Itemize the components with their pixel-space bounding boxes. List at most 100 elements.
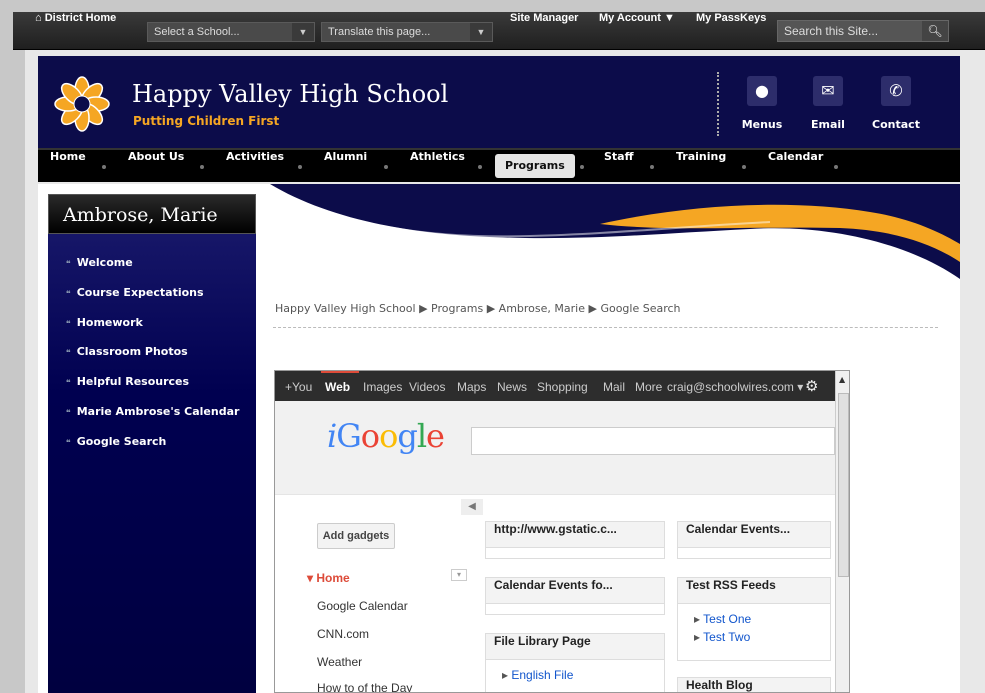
content-area: Ambrose, Marie ❝ Welcome ❝ Course Expectat… xyxy=(38,184,960,693)
gadget-title[interactable]: Calendar Events fo... xyxy=(486,578,664,604)
google-bar: +You Web Images Videos Maps News Shoppin… xyxy=(275,371,835,401)
nav-training[interactable]: Training xyxy=(676,150,726,182)
nav-calendar[interactable]: Calendar xyxy=(768,150,823,182)
gbar-maps[interactable]: Maps xyxy=(457,380,486,394)
bullet-icon: ❝ xyxy=(66,378,71,387)
triangle-right-icon: ▶ xyxy=(419,302,428,315)
gadget: Test RSS Feeds ▸ Test One ▸ Test Two xyxy=(677,577,831,661)
gadget-title[interactable]: Health Blog xyxy=(678,678,830,692)
home-dropdown-icon[interactable]: ▾ xyxy=(451,569,467,581)
nav-staff[interactable]: Staff xyxy=(604,150,634,182)
my-account-menu[interactable]: My Account ▼ xyxy=(599,12,675,50)
bullet-icon: ❝ xyxy=(66,259,71,268)
sidebar-item-classroom-photos[interactable]: ❝ Classroom Photos xyxy=(66,345,188,358)
nav-separator xyxy=(478,165,482,169)
scrollbar[interactable]: ▲ xyxy=(835,371,849,692)
bullet-icon: ❝ xyxy=(66,408,71,417)
gadget: Calendar Events fo... xyxy=(485,577,665,615)
district-home-label: District Home xyxy=(44,12,117,24)
translate-select[interactable]: Translate this page... ▼ xyxy=(321,22,493,42)
gear-icon[interactable]: ⚙ xyxy=(805,377,818,395)
gbar-mail[interactable]: Mail xyxy=(603,380,625,394)
gadget-link[interactable]: ▸ English File xyxy=(486,668,664,682)
nav-about-us[interactable]: About Us xyxy=(128,150,184,182)
translate-select-value: Translate this page... xyxy=(328,26,431,38)
nav-separator xyxy=(298,165,302,169)
sidebar-item-label: Helpful Resources xyxy=(76,375,190,388)
my-passkeys-link[interactable]: My PassKeys xyxy=(696,12,766,50)
gadget: Calendar Events... xyxy=(677,521,831,559)
gadget-title[interactable]: http://www.gstatic.c... xyxy=(486,522,664,548)
sidebar-item-calendar[interactable]: ❝ Marie Ambrose's Calendar xyxy=(66,405,239,418)
triangle-right-icon: ▸ xyxy=(694,612,704,626)
collapse-sidebar-icon[interactable]: ◀ xyxy=(461,499,483,515)
search-icon[interactable]: 🔍︎ xyxy=(922,21,948,41)
gnav-weather[interactable]: Weather xyxy=(317,655,362,669)
gnav-how-to[interactable]: How to of the Day xyxy=(317,681,412,692)
apple-icon: ● xyxy=(747,76,777,106)
chevron-down-icon: ▼ xyxy=(292,23,314,41)
sidebar-item-welcome[interactable]: ❝ Welcome xyxy=(66,256,133,269)
nav-activities[interactable]: Activities xyxy=(226,150,284,182)
main-nav: Home About Us Activities Alumni Athletic… xyxy=(38,148,960,182)
breadcrumb-item[interactable]: Programs xyxy=(431,302,483,315)
breadcrumb-item[interactable]: Ambrose, Marie xyxy=(499,302,585,315)
igoogle-logo[interactable]: iGoogle xyxy=(327,417,445,455)
gbar-plus-you[interactable]: +You xyxy=(285,380,312,394)
nav-separator xyxy=(384,165,388,169)
gbar-shopping[interactable]: Shopping xyxy=(537,380,588,394)
nav-home[interactable]: Home xyxy=(50,150,86,182)
add-gadgets-button[interactable]: Add gadgets xyxy=(317,523,395,549)
school-select-value: Select a School... xyxy=(154,26,240,38)
phone-icon: ✆ xyxy=(881,76,911,106)
school-name[interactable]: Happy Valley High School xyxy=(132,80,448,108)
nav-separator xyxy=(742,165,746,169)
sidebar-title: Ambrose, Marie xyxy=(48,194,256,234)
nav-alumni[interactable]: Alumni xyxy=(324,150,367,182)
nav-athletics[interactable]: Athletics xyxy=(410,150,465,182)
scroll-up-icon[interactable]: ▲ xyxy=(839,375,845,384)
scroll-thumb[interactable] xyxy=(838,393,849,577)
district-home-link[interactable]: ⌂ District Home xyxy=(35,12,116,50)
gadget-title[interactable]: Calendar Events... xyxy=(678,522,830,548)
sidebar-item-label: Classroom Photos xyxy=(76,345,188,358)
gadget-title[interactable]: Test RSS Feeds xyxy=(678,578,830,604)
gnav-home[interactable]: ▾ Home xyxy=(307,571,350,585)
gnav-google-calendar[interactable]: Google Calendar xyxy=(317,599,408,613)
google-search-input[interactable] xyxy=(471,427,835,455)
gbar-videos[interactable]: Videos xyxy=(409,380,445,394)
gadget-link-label: Test One xyxy=(703,612,752,626)
sidebar-item-helpful-resources[interactable]: ❝ Helpful Resources xyxy=(66,375,189,388)
bullet-icon: ❝ xyxy=(66,289,71,298)
menus-label: Menus xyxy=(741,118,783,131)
gadget-link[interactable]: ▸ Test One xyxy=(678,612,830,626)
site-search-input[interactable]: Search this Site... 🔍︎ xyxy=(777,20,949,42)
gadget-link[interactable]: ▸ Test Two xyxy=(678,630,830,644)
flower-logo-icon[interactable] xyxy=(52,74,112,134)
email-link[interactable]: ✉ Email xyxy=(798,76,858,131)
triangle-right-icon: ▶ xyxy=(588,302,597,315)
sidebar-item-google-search[interactable]: ❝ Google Search xyxy=(66,435,166,448)
menus-link[interactable]: ● Menus xyxy=(732,76,792,131)
gbar-news[interactable]: News xyxy=(497,380,527,394)
chevron-down-icon: ▼ xyxy=(470,23,492,41)
gnav-cnn[interactable]: CNN.com xyxy=(317,627,369,641)
nav-programs[interactable]: Programs xyxy=(495,154,575,178)
sidebar-item-label: Marie Ambrose's Calendar xyxy=(76,405,240,418)
site-manager-link[interactable]: Site Manager xyxy=(510,12,578,50)
nav-separator xyxy=(834,165,838,169)
account-menu[interactable]: craig@schoolwires.com ▾ xyxy=(667,380,803,394)
sidebar-item-homework[interactable]: ❝ Homework xyxy=(66,316,143,329)
gbar-more[interactable]: More xyxy=(635,380,662,394)
gbar-web[interactable]: Web xyxy=(325,380,350,394)
header-swoosh xyxy=(270,184,960,279)
search-placeholder: Search this Site... xyxy=(784,24,879,38)
header-divider xyxy=(717,72,719,136)
school-select[interactable]: Select a School... ▼ xyxy=(147,22,315,42)
contact-link[interactable]: ✆ Contact xyxy=(866,76,926,131)
gadget-title[interactable]: File Library Page xyxy=(486,634,664,660)
breadcrumb-item[interactable]: Happy Valley High School xyxy=(275,302,416,315)
envelope-icon: ✉ xyxy=(813,76,843,106)
sidebar-item-course-expectations[interactable]: ❝ Course Expectations xyxy=(66,286,204,299)
gbar-images[interactable]: Images xyxy=(363,380,402,394)
